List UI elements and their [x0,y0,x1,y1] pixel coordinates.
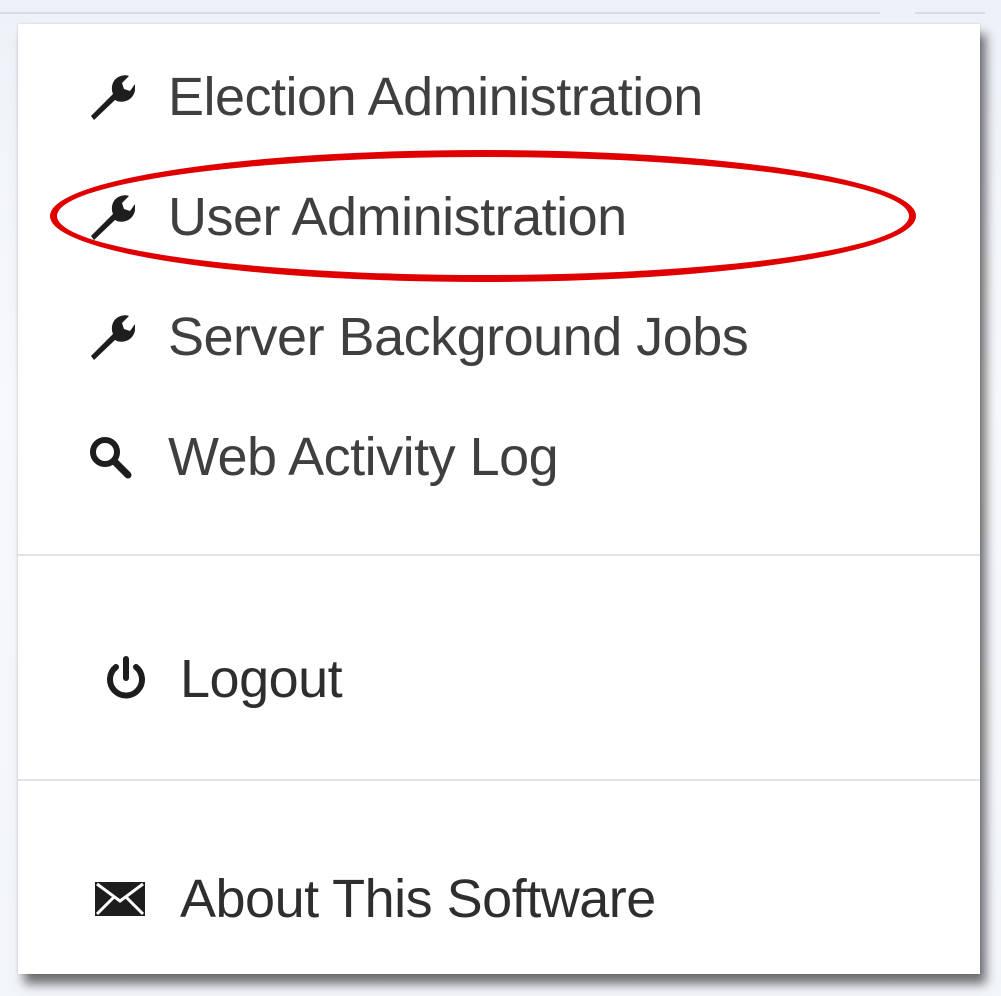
search-icon [82,429,138,485]
background-rule [915,12,985,14]
menu-item-logout[interactable]: Logout [18,624,980,734]
menu-item-label: Logout [180,649,343,709]
menu-item-web-activity-log[interactable]: Web Activity Log [18,402,980,512]
wrench-icon [82,69,138,125]
background-rule [0,12,880,14]
menu-item-user-administration[interactable]: User Administration [18,162,980,272]
menu-divider [18,779,980,781]
menu-item-server-background-jobs[interactable]: Server Background Jobs [18,282,980,392]
power-icon [98,651,154,707]
menu-item-label: Server Background Jobs [168,307,749,367]
menu-item-label: About This Software [180,869,656,929]
menu-item-election-administration[interactable]: Election Administration [18,42,980,152]
menu-item-about[interactable]: About This Software [18,844,980,954]
menu-divider [18,554,980,556]
menu-item-label: User Administration [168,187,627,247]
menu-item-label: Web Activity Log [168,427,559,487]
wrench-icon [82,189,138,245]
page-background: Election Administration User Administrat… [0,0,1001,996]
dropdown-menu: Election Administration User Administrat… [18,24,980,974]
wrench-icon [82,309,138,365]
envelope-icon [92,871,148,927]
menu-item-label: Election Administration [168,67,703,127]
